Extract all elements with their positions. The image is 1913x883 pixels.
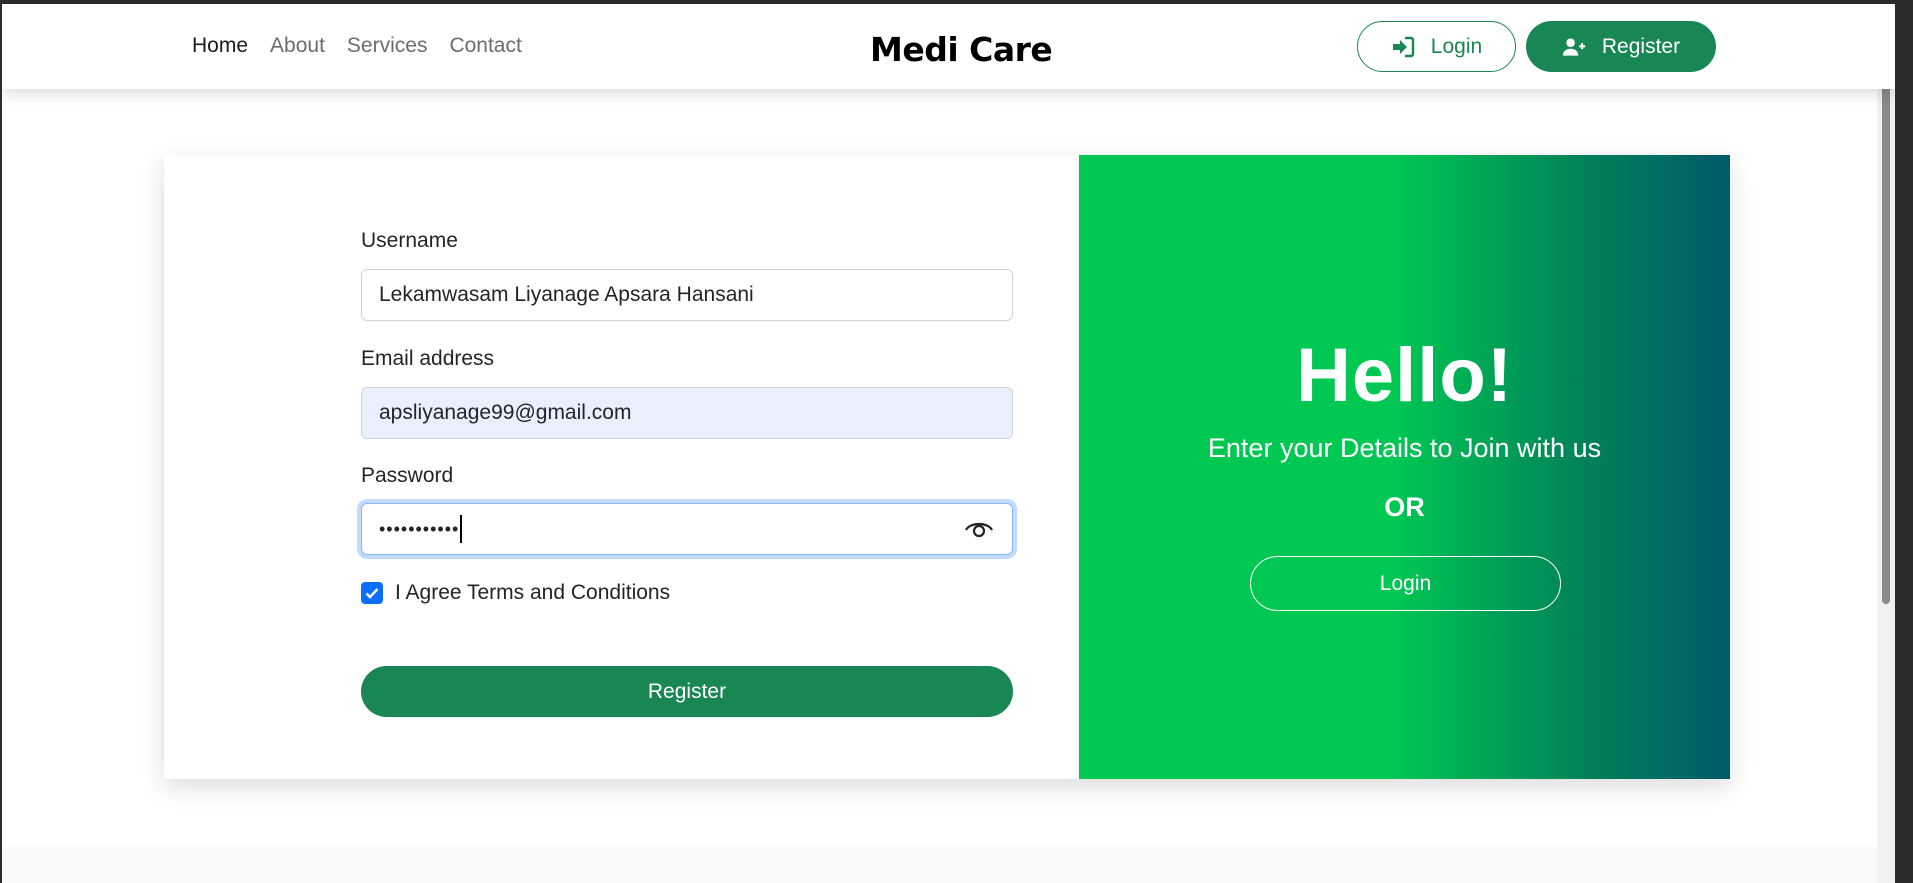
nav-link-contact[interactable]: Contact — [449, 34, 521, 58]
register-card: Username Lekamwasam Liyanage Apsara Hans… — [164, 155, 1730, 779]
register-submit-button[interactable]: Register — [361, 666, 1013, 717]
nav-links: Home About Services Contact — [192, 34, 522, 58]
username-value: Lekamwasam Liyanage Apsara Hansani — [379, 283, 754, 306]
terms-checkbox-row[interactable]: I Agree Terms and Conditions — [361, 581, 670, 605]
username-input[interactable]: Lekamwasam Liyanage Apsara Hansani — [361, 269, 1013, 321]
password-value: ••••••••••• — [379, 518, 460, 539]
password-label: Password — [361, 464, 454, 487]
text-caret — [460, 515, 463, 543]
nav-login-button[interactable]: Login — [1357, 21, 1516, 72]
nav-link-services[interactable]: Services — [347, 34, 428, 58]
email-value: apsliyanage99@gmail.com — [379, 401, 632, 424]
hello-heading: Hello! — [1295, 333, 1514, 418]
username-label: Username — [361, 229, 458, 252]
nav-link-home[interactable]: Home — [192, 34, 248, 58]
nav-register-label: Register — [1601, 34, 1681, 58]
register-form: Username Lekamwasam Liyanage Apsara Hans… — [164, 155, 1079, 779]
eye-icon[interactable] — [964, 517, 994, 541]
email-input[interactable]: apsliyanage99@gmail.com — [361, 387, 1013, 439]
welcome-panel: Hello! Enter your Details to Join with u… — [1079, 155, 1730, 779]
terms-label: I Agree Terms and Conditions — [395, 581, 671, 604]
nav-login-label: Login — [1430, 34, 1483, 58]
vertical-scrollbar[interactable] — [1877, 4, 1895, 883]
top-navbar: Home About Services Contact Medi Care Lo… — [2, 4, 1895, 89]
brand-title: Medi Care — [870, 30, 1053, 69]
welcome-subtitle: Enter your Details to Join with us — [1207, 433, 1602, 463]
sign-in-icon — [1392, 36, 1414, 57]
password-input[interactable]: ••••••••••• — [361, 503, 1013, 555]
footer-strip — [2, 847, 1877, 883]
add-user-icon — [1562, 37, 1586, 56]
scrollbar-thumb[interactable] — [1882, 30, 1890, 604]
terms-checkbox[interactable] — [361, 582, 383, 604]
nav-register-button[interactable]: Register — [1526, 21, 1716, 72]
email-label: Email address — [361, 347, 495, 370]
check-icon — [365, 588, 379, 599]
browser-window: Home About Services Contact Medi Care Lo… — [2, 4, 1895, 883]
hero-login-label: Login — [1379, 571, 1432, 595]
hero-login-button[interactable]: Login — [1250, 556, 1561, 611]
register-submit-label: Register — [647, 679, 727, 703]
nav-link-about[interactable]: About — [270, 34, 325, 58]
or-divider-text: OR — [1384, 492, 1425, 522]
